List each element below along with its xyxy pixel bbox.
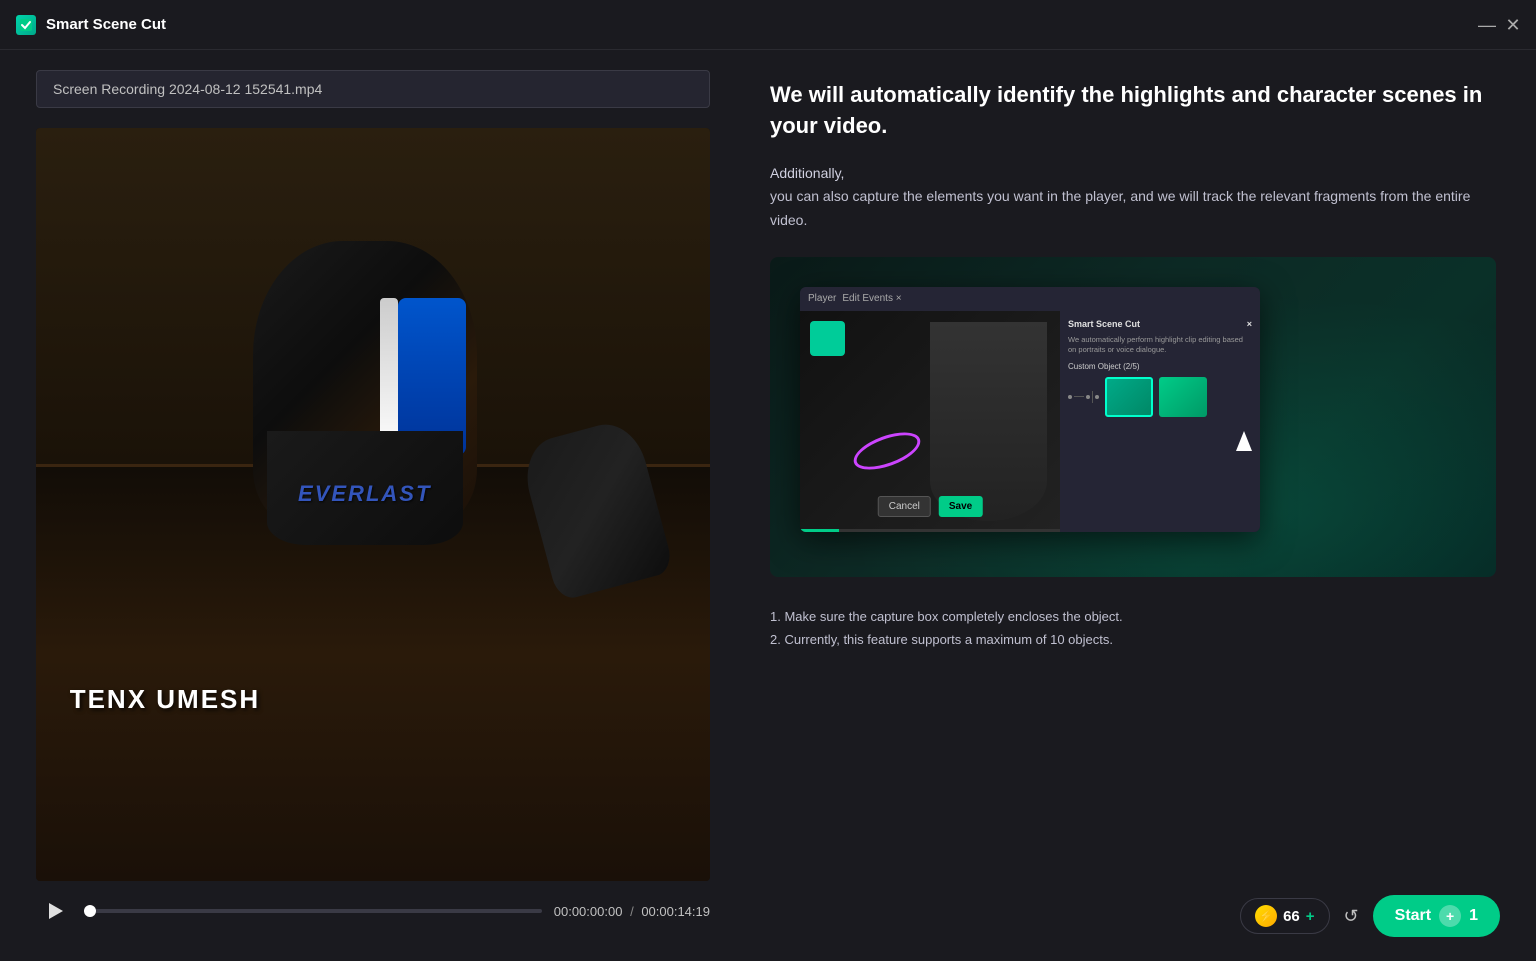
close-button[interactable]: ✕ [1506,18,1520,32]
mini-progress-bar [800,529,1060,532]
current-time: 00:00:00:00 [554,904,623,919]
inner-dialog-title: Smart Scene Cut × [1068,319,1252,329]
start-button[interactable]: Start + 1 [1373,895,1500,937]
progress-bar[interactable] [84,909,542,913]
mini-video-background: Cancel Save [800,311,1060,532]
inner-dialog-description: We automatically perform highlight clip … [1068,335,1252,356]
video-scene: EVERLAST TENX UMESH [36,128,710,881]
thumbnail-green [1159,377,1207,417]
start-plus-icon: + [1439,905,1461,927]
mini-green-square [810,321,845,356]
title-bar: Smart Scene Cut — ✕ [0,0,1536,50]
player-controls: 00:00:00:00 / 00:00:14:19 [36,881,710,941]
coin-plus: + [1306,908,1315,925]
mini-cancel-button[interactable]: Cancel [878,496,931,517]
time-separator: / [630,904,634,919]
inner-app-content: Cancel Save Smart Scene Cut × [800,311,1260,532]
minimize-button[interactable]: — [1480,18,1494,32]
total-time: 00:00:14:19 [641,904,710,919]
mini-progress-fill [800,529,839,532]
video-container: EVERLAST TENX UMESH [36,128,710,881]
preview-area: Player Edit Events × Cancel Save [770,257,1496,577]
app-title: Smart Scene Cut [46,16,166,33]
inner-thumbnails [1068,377,1252,417]
right-panel: We will automatically identify the highl… [730,50,1536,961]
additionally-body: you can also capture the elements you wa… [770,188,1470,228]
connect-dots [1068,391,1099,403]
inner-video-area: Cancel Save [800,311,1060,532]
inner-dialog: Smart Scene Cut × We automatically perfo… [1060,311,1260,532]
app-icon [16,15,36,35]
title-bar-left: Smart Scene Cut [16,15,166,35]
time-display: 00:00:00:00 / 00:00:14:19 [554,904,710,919]
inner-app-bar: Player Edit Events × [800,287,1260,311]
brand-text: EVERLAST [225,481,505,507]
play-button[interactable] [36,893,72,929]
inner-tab-edit: Edit Events × [842,293,901,304]
coin-badge: ⚡ 66 + [1240,898,1329,934]
bottom-controls: ⚡ 66 + ↺ Start + 1 [1240,895,1500,937]
headline: We will automatically identify the highl… [770,80,1496,142]
mini-figure [930,322,1047,521]
notes-section: 1. Make sure the capture box completely … [770,605,1496,652]
video-name-overlay: TENX UMESH [70,684,260,715]
coin-icon: ⚡ [1255,905,1277,927]
file-path: Screen Recording 2024-08-12 152541.mp4 [36,70,710,108]
refresh-icon[interactable]: ↺ [1344,906,1359,927]
mini-selection-ellipse [849,425,925,477]
play-icon [49,903,63,919]
left-panel: Screen Recording 2024-08-12 152541.mp4 E… [0,50,730,961]
window-controls: — ✕ [1480,18,1520,32]
additionally-label: Additionally, [770,162,1496,186]
inner-tab-player: Player [808,293,836,304]
coin-count: 66 [1283,908,1300,925]
note-1: 1. Make sure the capture box completely … [770,605,1496,628]
start-label: Start [1395,907,1431,925]
inner-dialog-custom-label: Custom Object (2/5) [1068,362,1252,371]
additionally-section: Additionally, you can also capture the e… [770,162,1496,233]
thumbnail-teal [1105,377,1153,417]
cursor-icon [1236,431,1252,453]
start-number: 1 [1469,907,1478,925]
boxing-glove-main: EVERLAST [225,241,505,621]
main-layout: Screen Recording 2024-08-12 152541.mp4 E… [0,50,1536,961]
inner-app-window: Player Edit Events × Cancel Save [800,287,1260,532]
mini-cancel-save-buttons: Cancel Save [878,496,983,517]
progress-indicator [84,905,96,917]
note-2: 2. Currently, this feature supports a ma… [770,628,1496,651]
mini-save-button[interactable]: Save [939,496,982,517]
